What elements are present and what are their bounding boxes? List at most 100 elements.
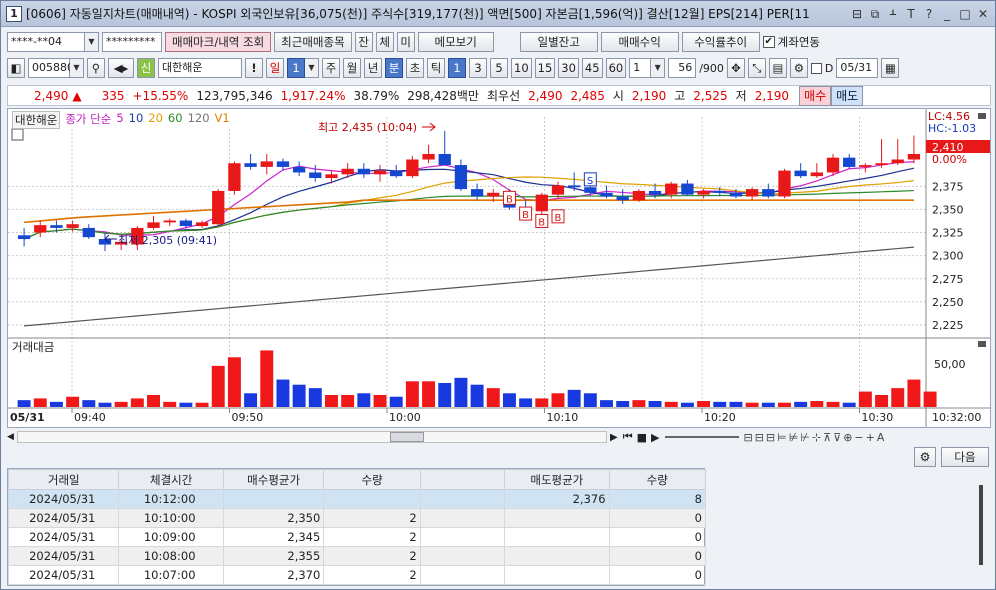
grid-header-5[interactable]: 매도평균가 [504,469,610,490]
window-number-icon[interactable]: 1 [6,5,22,22]
min-10-button[interactable]: 10 [511,58,532,78]
rewind-icon[interactable]: ⏮ [621,430,635,444]
daily-balance-button[interactable]: 일별잔고 [519,32,598,52]
draw-icon[interactable]: ⤡ [747,58,766,78]
interval-dropdown-icon[interactable]: ▼ [651,58,666,78]
pin-icon[interactable]: ᚆ [884,5,902,23]
search-icon[interactable]: ⚲ [87,58,105,78]
chart-tools-icon[interactable]: ⊟⊟⊟⊨⊭⊬⊹⊼⊽⊕−+A [743,431,886,444]
volume-bar [341,395,355,407]
buy-button[interactable]: 매수 [799,85,832,106]
scroll-left-icon[interactable]: ◀ [7,432,17,442]
period-count[interactable]: 1 [287,58,305,78]
min-60-button[interactable]: 60 [605,58,627,78]
crosshair-icon[interactable]: ✥ [726,58,745,78]
min-1-button[interactable]: 1 [448,58,466,78]
period-year-button[interactable]: 년 [364,58,382,78]
candle-body [390,170,403,177]
grid-scrollbar[interactable] [979,485,983,565]
link-checkbox[interactable]: ✔ [762,36,775,48]
maximize-button[interactable]: □ [956,5,974,23]
period-day-button[interactable]: 일 [266,58,284,78]
grid-header-1[interactable]: 체결시간 [118,469,224,490]
che-button[interactable]: 체 [375,32,394,52]
chart-scrollbar[interactable] [17,431,607,443]
trade-profit-button[interactable]: 매매수익 [600,32,679,52]
minimize-button[interactable]: _ [938,5,956,23]
date-field[interactable]: 05/31 [836,58,879,78]
grid-header-4[interactable] [419,469,506,490]
sell-button[interactable]: 매도 [831,85,864,106]
font-icon[interactable]: T [902,5,920,23]
play-icon[interactable]: ▶ [649,431,661,444]
trade-mark-button[interactable]: 매매마크/내역 조회 [165,32,272,52]
recent-trades-button[interactable]: 최근매매종목 [274,32,352,52]
grid-cell: 0 [608,565,707,585]
interval-field[interactable]: 1 [629,58,652,78]
link-icon[interactable]: ⧉ [866,5,884,23]
period-dropdown-icon[interactable]: ▼ [305,58,319,78]
table-row[interactable]: 2024/05/31 10:10:00 2,350 2 0 [7,508,707,528]
table-row[interactable]: 2024/05/31 10:09:00 2,345 2 0 [7,527,707,547]
table-row[interactable]: 2024/05/31 10:08:00 2,355 2 0 [7,546,707,566]
table-row[interactable]: 2024/05/31 10:07:00 2,370 2 0 [7,565,707,585]
volume-bar [891,388,905,407]
candle-body [179,220,193,227]
account-field[interactable]: ****-**04 [7,32,85,52]
chart-area[interactable]: 2,375 2,350 2,325 2,300 2,275 2,250 2,225 50,00… [7,108,991,428]
scrollbar-thumb[interactable] [390,432,424,442]
stock-code-field[interactable]: 005880 [28,58,74,78]
account-dropdown-icon[interactable]: ▼ [85,32,99,52]
stop-icon[interactable]: ■ [635,431,649,444]
min-45-button[interactable]: 45 [581,58,603,78]
grid-cell: 2 [323,527,421,547]
period-week-button[interactable]: 주 [322,58,340,78]
help-icon[interactable]: ? [920,5,938,23]
period-tick-button[interactable]: 틱 [427,58,445,78]
min-30-button[interactable]: 30 [558,58,579,78]
next-button[interactable]: 다음 [941,447,989,467]
grid-cell [222,489,325,509]
legend-ma5: 5 [116,111,124,125]
mi-button[interactable]: 미 [396,32,415,52]
code-dropdown-icon[interactable]: ▼ [70,58,84,78]
jan-button[interactable]: 잔 [354,32,373,52]
grid-header-6[interactable]: 수량 [608,469,707,490]
period-month-button[interactable]: 월 [343,58,361,78]
min-15-button[interactable]: 15 [534,58,556,78]
calendar-icon[interactable]: ▦ [881,58,900,78]
grid-settings-icon[interactable]: ⚙ [914,447,936,467]
grid-cell: 2024/05/31 [7,546,120,566]
save-icon[interactable]: ▤ [768,58,787,78]
candle-body [454,165,468,190]
legend-stock-name[interactable]: 대한해운 [12,111,61,129]
scroll-right-icon[interactable]: ▶ [607,432,621,443]
bar-count-field[interactable]: 56 [668,58,697,78]
memo-button[interactable]: 메모보기 [417,32,494,52]
grid-header-0[interactable]: 거래일 [7,469,120,490]
volume-bar [600,400,613,407]
return-trend-button[interactable]: 수익률추이 [681,32,760,52]
grid-header-2[interactable]: 매수평균가 [222,469,325,490]
min-5-button[interactable]: 5 [490,58,508,78]
speed-slider[interactable] [665,436,740,438]
chart-icon[interactable]: ◧ [7,58,25,78]
trade-mark-label: B [538,217,545,228]
grid-header-3[interactable]: 수량 [323,469,421,490]
d-checkbox[interactable] [810,62,822,74]
candle-body [373,170,387,175]
min-3-button[interactable]: 3 [469,58,487,78]
grid-cell [419,565,506,585]
alert-button[interactable]: ! [245,58,263,78]
group-icon[interactable]: ⊟ [848,5,866,23]
settings-icon[interactable]: ⚙ [789,58,808,78]
volume-tick-label: 50,00 [934,358,966,371]
close-button[interactable]: ✕ [974,5,992,23]
password-field[interactable]: ********* [102,32,162,52]
stock-name-field[interactable]: 대한해운 [158,58,242,78]
table-row[interactable]: 2024/05/31 10:12:00 2,376 8 [7,489,707,509]
price-chart[interactable]: 2,375 2,350 2,325 2,300 2,275 2,250 2,225 50,00… [8,109,990,427]
period-minute-button[interactable]: 분 [385,58,403,78]
period-second-button[interactable]: 초 [406,58,424,78]
speaker-icon[interactable]: ◀▸ [108,58,134,78]
